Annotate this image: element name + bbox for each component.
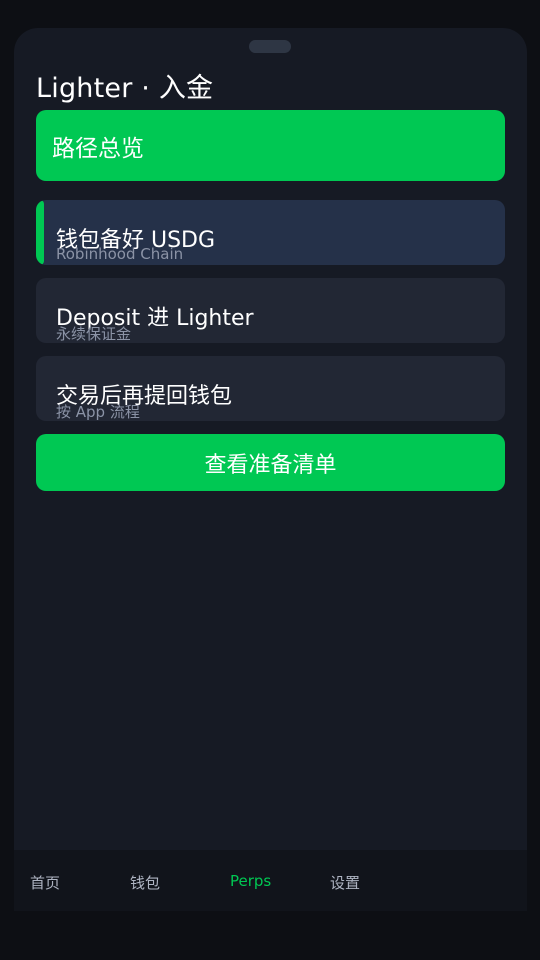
bottom-sheet: Lighter · 入金 路径总览 钱包备好 USDG Robinhood Ch… [14, 28, 527, 911]
route-overview-label: 路径总览 [52, 135, 144, 162]
step-card-deposit-lighter[interactable]: Deposit 进 Lighter 永续保证金 [36, 278, 505, 343]
tab-home[interactable]: 首页 [30, 872, 60, 893]
tab-settings[interactable]: 设置 [330, 872, 360, 893]
view-checklist-label: 查看准备清单 [204, 452, 337, 478]
tab-perps[interactable]: Perps [230, 872, 271, 890]
drag-handle[interactable] [249, 40, 291, 53]
route-overview-button[interactable]: 路径总览 [36, 110, 505, 181]
active-step-indicator [36, 200, 44, 265]
step-subtitle: 按 App 流程 [56, 403, 140, 421]
bottom-tab-bar: 首页 钱包 Perps 设置 [14, 850, 527, 911]
step-card-wallet-usdg[interactable]: 钱包备好 USDG Robinhood Chain [36, 200, 505, 265]
tab-wallet[interactable]: 钱包 [130, 872, 160, 893]
step-subtitle: 永续保证金 [56, 325, 132, 343]
sheet-title: Lighter · 入金 [36, 73, 214, 104]
step-card-withdraw[interactable]: 交易后再提回钱包 按 App 流程 [36, 356, 505, 421]
step-subtitle: Robinhood Chain [56, 245, 184, 263]
view-checklist-button[interactable]: 查看准备清单 [36, 434, 505, 491]
